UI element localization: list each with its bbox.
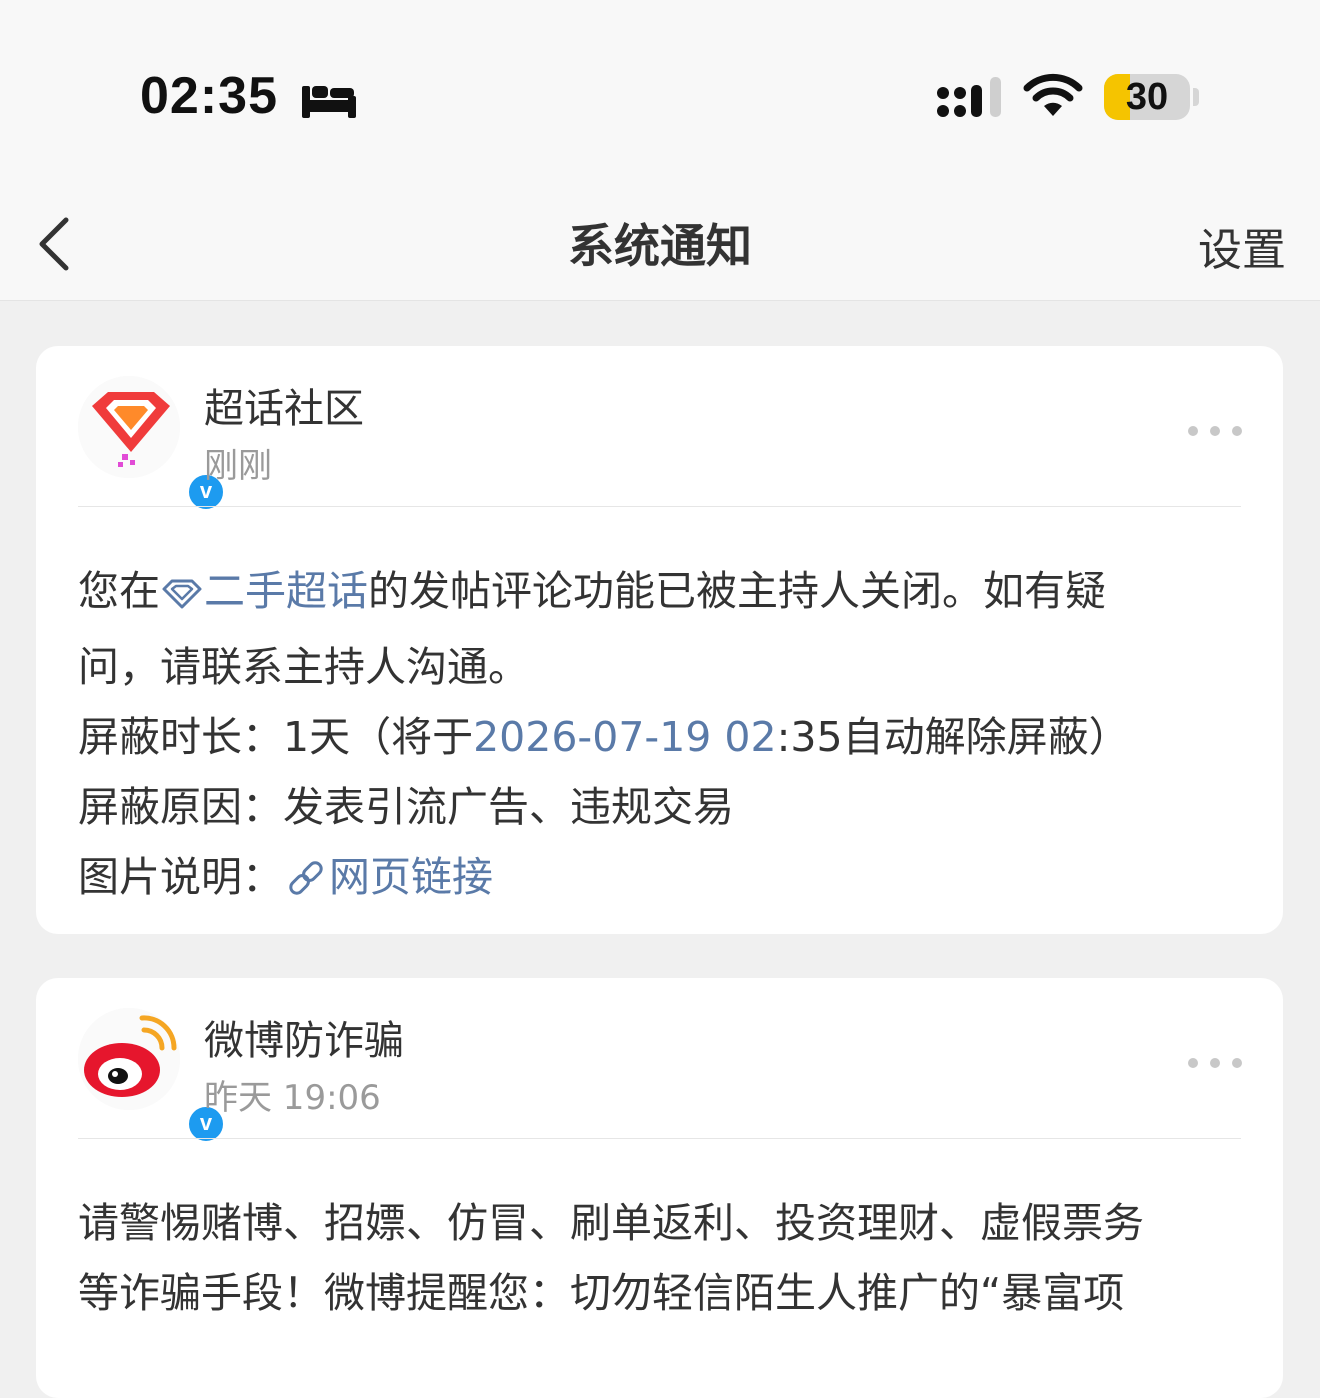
duration-colon: : — [776, 713, 791, 761]
unblock-date-link[interactable]: 2026-07-19 02 — [473, 713, 776, 761]
super-topic-link[interactable]: 二手超话 — [204, 567, 368, 615]
notification-body: 请警惕赌博、招嫖、仿冒、刷单返利、投资理财、虚假票务 等诈骗手段！微博提醒您：切… — [78, 1188, 1243, 1328]
battery-percent: 30 — [1125, 76, 1169, 118]
status-time: 02:35 — [140, 67, 278, 125]
notification-time: 刚刚 — [204, 446, 272, 486]
status-bar: 02:35 30 — [0, 0, 1320, 190]
notification-time: 昨天 19:06 — [204, 1078, 381, 1118]
sender-avatar[interactable]: v — [78, 376, 226, 512]
sender-avatar[interactable]: v — [78, 1008, 226, 1144]
super-topic-logo-icon — [78, 376, 180, 478]
wifi-icon — [1022, 72, 1084, 122]
body-text: 问，请联系主持人沟通。 — [78, 643, 529, 691]
sender-name[interactable]: 超话社区 — [204, 376, 364, 434]
image-label: 图片说明： — [78, 853, 283, 901]
link-chain-icon[interactable] — [283, 848, 329, 918]
duration-suffix: 自动解除屏蔽） — [842, 713, 1130, 761]
body-text: 的发帖评论功能已被主持人关闭。如有疑 — [368, 567, 1106, 615]
reason-value: 发表引流广告、违规交易 — [283, 783, 734, 831]
nav-bar: 系统通知 设置 — [0, 190, 1320, 301]
more-options-icon[interactable] — [1187, 422, 1243, 441]
web-link[interactable]: 网页链接 — [329, 853, 493, 901]
cellular-signal-icon — [935, 75, 1005, 125]
notification-card[interactable]: v 微博防诈骗 昨天 19:06 请警惕赌博、招嫖、仿冒、刷单返利、投资理财、虚… — [36, 978, 1283, 1398]
battery-tip — [1193, 88, 1199, 106]
duration-label: 屏蔽时长： — [78, 713, 283, 761]
more-options-icon[interactable] — [1187, 1054, 1243, 1073]
duration-minutes: 35 — [790, 713, 843, 761]
sender-name[interactable]: 微博防诈骗 — [204, 1008, 404, 1066]
settings-button[interactable]: 设置 — [1198, 214, 1286, 278]
page-title: 系统通知 — [568, 219, 752, 273]
weibo-logo-icon — [78, 1008, 180, 1110]
notification-body: 您在 二手超话的发帖评论功能已被主持人关闭。如有疑 问，请联系主持人沟通。 屏蔽时… — [78, 556, 1243, 918]
duration-value: 1天（将于 — [283, 713, 474, 761]
super-topic-diamond-icon — [160, 562, 204, 632]
body-text: 您在 — [78, 567, 160, 615]
body-text: 等诈骗手段！微博提醒您：切勿轻信陌生人推广的“暴富项 — [78, 1269, 1125, 1317]
divider — [78, 1138, 1241, 1139]
battery-indicator: 30 — [1104, 74, 1190, 120]
reason-label: 屏蔽原因： — [78, 783, 283, 831]
notification-card[interactable]: v 超话社区 刚刚 您在 二手超话的发帖评论功能已被主持人关闭。如有疑 问，请联系… — [36, 346, 1283, 934]
divider — [78, 506, 1241, 507]
body-text: 请警惕赌博、招嫖、仿冒、刷单返利、投资理财、虚假票务 — [78, 1199, 1144, 1247]
sleep-focus-icon — [300, 78, 358, 122]
